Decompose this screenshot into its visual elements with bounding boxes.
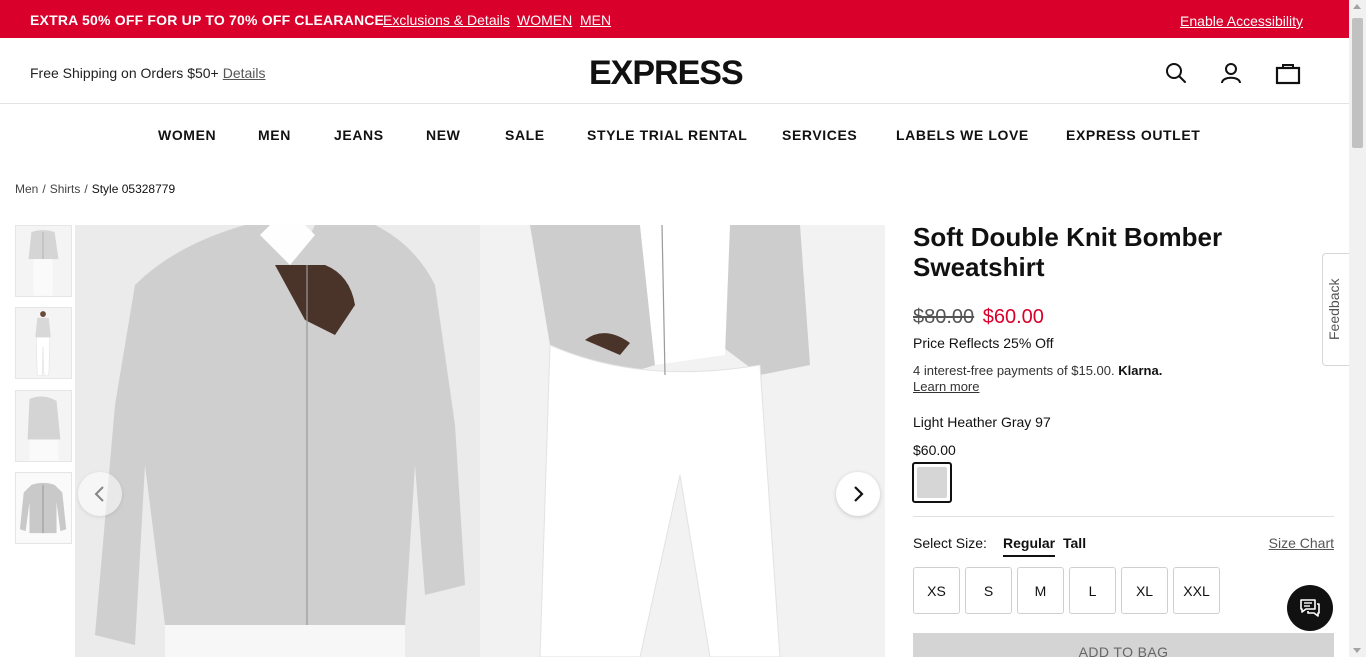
breadcrumb-men[interactable]: Men [15, 182, 38, 196]
size-button-s[interactable]: S [965, 567, 1012, 614]
fit-tab-regular[interactable]: Regular [1003, 535, 1056, 557]
original-price: $80.00 [913, 306, 975, 328]
thumbnail-2[interactable] [15, 307, 72, 379]
feedback-label: Feedback [1326, 278, 1342, 340]
chat-button[interactable] [1287, 585, 1333, 631]
nav-style-trial-rental[interactable]: STYLE TRIAL RENTAL [587, 127, 747, 143]
feedback-tab[interactable]: Feedback [1322, 253, 1349, 366]
bag-icon[interactable] [1275, 60, 1301, 86]
scroll-down-arrow-icon[interactable] [1353, 648, 1361, 653]
klarna-payment-info: 4 interest-free payments of $15.00. Klar… [913, 363, 1213, 395]
thumbnail-1[interactable] [15, 225, 72, 297]
chevron-left-icon [94, 486, 104, 502]
product-gallery [75, 225, 885, 657]
sale-price: $60.00 [982, 306, 1044, 328]
nav-sale[interactable]: SALE [505, 127, 545, 143]
scrollbar-thumb[interactable] [1352, 18, 1363, 148]
color-name: Light Heather Gray 97 [913, 414, 1051, 430]
page-scrollbar[interactable] [1349, 0, 1366, 657]
product-price: $80.00 $60.00 [913, 306, 1044, 329]
free-shipping-note: Free Shipping on Orders $50+ Details [30, 65, 266, 81]
nav-services[interactable]: SERVICES [782, 127, 857, 143]
promo-exclusions-link[interactable]: Exclusions & Details [383, 12, 510, 28]
size-button-xs[interactable]: XS [913, 567, 960, 614]
scroll-up-arrow-icon[interactable] [1353, 4, 1361, 9]
nav-women[interactable]: WOMEN [158, 127, 216, 143]
promo-men-link[interactable]: MEN [580, 12, 611, 28]
add-to-bag-button[interactable]: ADD TO BAG [913, 633, 1334, 657]
search-icon[interactable] [1163, 60, 1189, 86]
color-swatch-light-heather-gray[interactable] [912, 462, 952, 503]
thumbnail-4[interactable] [15, 472, 72, 544]
section-divider [913, 516, 1334, 517]
nav-labels-we-love[interactable]: LABELS WE LOVE [896, 127, 1029, 143]
nav-men[interactable]: MEN [258, 127, 291, 143]
size-button-m[interactable]: M [1017, 567, 1064, 614]
color-price: $60.00 [913, 442, 956, 458]
size-button-xl[interactable]: XL [1121, 567, 1168, 614]
discount-note: Price Reflects 25% Off [913, 335, 1054, 351]
nav-new[interactable]: NEW [426, 127, 460, 143]
product-title: Soft Double Knit Bomber Sweatshirt [913, 222, 1223, 282]
promo-headline: EXTRA 50% OFF FOR UP TO 70% OFF CLEARANC… [30, 12, 385, 28]
klarna-logo: Klarna. [1118, 363, 1163, 378]
gallery-prev-button[interactable] [78, 472, 122, 516]
gallery-next-button[interactable] [836, 472, 880, 516]
size-button-l[interactable]: L [1069, 567, 1116, 614]
account-icon[interactable] [1218, 60, 1244, 86]
site-header: Free Shipping on Orders $50+ Details EXPR… [0, 38, 1349, 104]
nav-express-outlet[interactable]: EXPRESS OUTLET [1066, 127, 1200, 143]
shipping-details-link[interactable]: Details [223, 65, 266, 81]
product-image-front[interactable] [75, 225, 480, 657]
main-nav: WOMEN MEN JEANS NEW SALE STYLE TRIAL REN… [0, 127, 1349, 145]
chevron-right-icon [854, 486, 864, 502]
thumbnail-3[interactable] [15, 390, 72, 462]
promo-banner: EXTRA 50% OFF FOR UP TO 70% OFF CLEARANC… [0, 0, 1349, 38]
product-image-side[interactable] [480, 225, 885, 657]
size-chart-link[interactable]: Size Chart [1269, 535, 1334, 551]
breadcrumb: Men / Shirts / Style 05328779 [15, 182, 176, 196]
promo-women-link[interactable]: WOMEN [517, 12, 572, 28]
nav-jeans[interactable]: JEANS [334, 127, 384, 143]
express-logo[interactable]: EXPRESS [589, 54, 744, 93]
select-size-label: Select Size: [913, 535, 987, 551]
klarna-learn-more-link[interactable]: Learn more [913, 379, 979, 394]
klarna-text: 4 interest-free payments of $15.00. [913, 363, 1115, 378]
breadcrumb-shirts[interactable]: Shirts [50, 182, 81, 196]
enable-accessibility-link[interactable]: Enable Accessibility [1180, 13, 1303, 29]
free-shipping-text: Free Shipping on Orders $50+ [30, 65, 219, 81]
size-button-xxl[interactable]: XXL [1173, 567, 1220, 614]
breadcrumb-current: Style 05328779 [91, 182, 176, 196]
chat-icon [1300, 599, 1320, 617]
fit-tab-tall[interactable]: Tall [1063, 535, 1086, 555]
